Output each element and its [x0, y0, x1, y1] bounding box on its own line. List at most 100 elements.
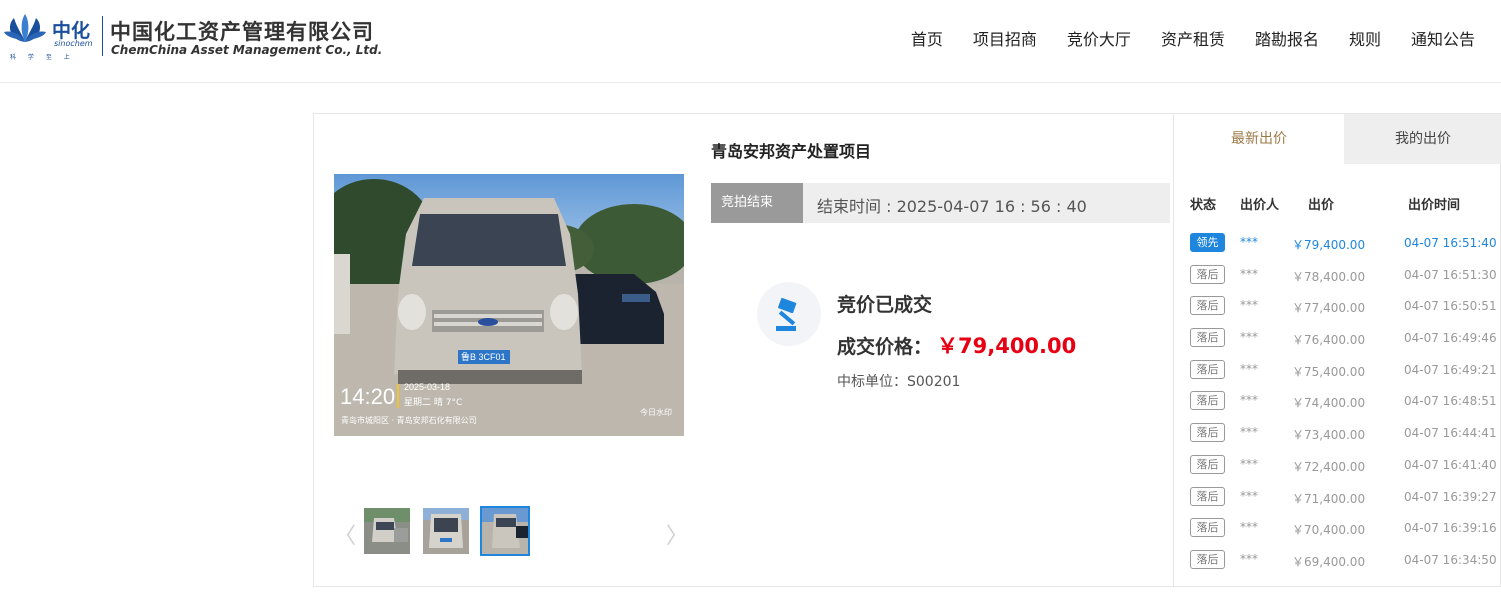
- thumbnail-2-image: [423, 508, 469, 554]
- project-title: 青岛安邦资产处置项目: [711, 142, 872, 161]
- bid-time: 04-07 16:50:51: [1404, 299, 1497, 314]
- bid-status-badge: 落后: [1190, 264, 1225, 284]
- bid-status-badge: 落后: [1190, 359, 1225, 379]
- site-logo[interactable]: 中化 sinochem 科 学 至 上 中国化工资产管理有限公司 ChemChi…: [4, 12, 384, 64]
- bid-amount: ￥69,400.00: [1292, 554, 1366, 569]
- bid-time: 04-07 16:51:40: [1404, 236, 1497, 250]
- bid-bidder: ***: [1240, 551, 1258, 566]
- bid-row: 落后 *** ￥69,400.00 04-07 16:34:50: [1174, 547, 1501, 579]
- bid-status-badge: 落后: [1190, 391, 1225, 411]
- bid-amount: ￥77,400.00: [1292, 301, 1366, 316]
- photo-plate: 鲁B 3CF01: [461, 351, 506, 362]
- bid-status-badge: 落后: [1190, 454, 1225, 474]
- bid-row: 落后 *** ￥75,400.00 04-07 16:49:21: [1174, 357, 1501, 389]
- thumbnail-1-image: [364, 508, 410, 554]
- bid-tabs: 最新出价 我的出价: [1174, 114, 1501, 164]
- bid-status-badge: 领先: [1190, 233, 1225, 252]
- bid-row: 落后 *** ￥74,400.00 04-07 16:48:51: [1174, 388, 1501, 420]
- nav-site-survey[interactable]: 踏勘报名: [1255, 26, 1319, 50]
- col-status-header: 状态: [1190, 198, 1217, 213]
- nav-rules[interactable]: 规则: [1349, 26, 1381, 50]
- site-header: 中化 sinochem 科 学 至 上 中国化工资产管理有限公司 ChemChi…: [0, 0, 1501, 83]
- bid-row: 领先 *** ￥79,400.00 04-07 16:51:40: [1174, 230, 1501, 262]
- bid-amount: ￥78,400.00: [1292, 269, 1366, 284]
- photo-date: 2025-03-18: [404, 382, 450, 392]
- bid-amount: ￥70,400.00: [1292, 523, 1366, 538]
- bid-time: 04-07 16:34:50: [1404, 552, 1497, 567]
- bid-status-badge: 落后: [1190, 518, 1225, 538]
- logo-slogan: 科 学 至 上: [10, 54, 75, 61]
- gavel-icon: [757, 282, 821, 346]
- bid-row: 落后 *** ￥76,400.00 04-07 16:49:46: [1174, 325, 1501, 357]
- photo-location: 青岛市城阳区 · 青岛安邦石化有限公司: [341, 415, 477, 425]
- bid-bidder: ***: [1240, 298, 1258, 313]
- bid-amount: ￥74,400.00: [1292, 396, 1366, 411]
- thumbnail-2[interactable]: [421, 506, 471, 556]
- bid-time: 04-07 16:49:46: [1404, 331, 1497, 346]
- bid-bidder: ***: [1240, 520, 1258, 535]
- sinochem-logo-icon: [4, 14, 46, 42]
- bid-status-badge: 落后: [1190, 296, 1225, 316]
- bid-time: 04-07 16:49:21: [1404, 362, 1497, 377]
- bid-amount: ￥72,400.00: [1292, 459, 1366, 474]
- bid-time: 04-07 16:51:30: [1404, 267, 1497, 282]
- company-name-cn: 中国化工资产管理有限公司: [110, 20, 374, 44]
- bid-amount: ￥71,400.00: [1292, 491, 1366, 506]
- bid-time: 04-07 16:41:40: [1404, 457, 1497, 472]
- col-bidder-header: 出价人: [1240, 198, 1280, 213]
- bid-history-panel: 最新出价 我的出价 状态 出价人 出价 出价时间 领先 *** ￥79,400.00…: [1173, 114, 1501, 586]
- bid-time: 04-07 16:48:51: [1404, 394, 1497, 409]
- bid-bidder: ***: [1240, 361, 1258, 376]
- bid-row: 落后 *** ￥78,400.00 04-07 16:51:30: [1174, 262, 1501, 294]
- bid-row: 落后 *** ￥77,400.00 04-07 16:50:51: [1174, 293, 1501, 325]
- thumbnail-1[interactable]: [362, 506, 412, 556]
- logo-divider: [102, 16, 103, 56]
- logo-short-en: sinochem: [54, 39, 93, 48]
- tab-latest-bids[interactable]: 最新出价: [1174, 114, 1344, 164]
- bid-row: 落后 *** ￥71,400.00 04-07 16:39:27: [1174, 484, 1501, 516]
- nav-announcements[interactable]: 通知公告: [1411, 26, 1475, 50]
- nav-home[interactable]: 首页: [911, 26, 943, 50]
- bid-status-badge: 落后: [1190, 423, 1225, 443]
- bid-bidder: ***: [1240, 235, 1258, 249]
- nav-bidding-hall[interactable]: 竞价大厅: [1067, 26, 1131, 50]
- bid-status-badge: 落后: [1190, 549, 1225, 569]
- bid-bidder: ***: [1240, 488, 1258, 503]
- van-photo: 14:20 2025-03-18 星期二 晴 7°C 青岛市城阳区 · 青岛安邦…: [334, 174, 684, 436]
- thumbnail-3-image: [482, 508, 528, 554]
- auction-detail-panel: 14:20 2025-03-18 星期二 晴 7°C 青岛市城阳区 · 青岛安邦…: [313, 113, 1501, 587]
- bid-amount: ￥73,400.00: [1292, 428, 1366, 443]
- deal-price-label: 成交价格：: [837, 336, 933, 358]
- end-time: 结束时间 : 2025-04-07 16 : 56 : 40: [817, 197, 1087, 216]
- thumb-next-icon[interactable]: 〉: [666, 518, 688, 550]
- bid-bidder: ***: [1240, 425, 1258, 440]
- nav-asset-leasing[interactable]: 资产租赁: [1161, 26, 1225, 50]
- deal-status-title: 竞价已成交: [837, 294, 933, 316]
- nav-project-investment[interactable]: 项目招商: [973, 26, 1037, 50]
- thumbnail-strip: 〈 〉: [334, 504, 688, 560]
- status-tag-arrow: [789, 183, 803, 223]
- main-nav: 首页 项目招商 竞价大厅 资产租赁 踏勘报名 规则 通知公告: [881, 26, 1475, 50]
- thumb-prev-icon[interactable]: 〈: [334, 518, 356, 550]
- bid-row: 落后 *** ￥70,400.00 04-07 16:39:16: [1174, 515, 1501, 547]
- bid-bidder: ***: [1240, 266, 1258, 281]
- col-time-header: 出价时间: [1408, 198, 1461, 213]
- bid-amount: ￥76,400.00: [1292, 333, 1366, 348]
- company-name-en: ChemChina Asset Management Co., Ltd.: [111, 43, 383, 57]
- deal-price: ￥79,400.00: [937, 334, 1077, 358]
- bid-bidder: ***: [1240, 330, 1258, 345]
- winning-bidder: 中标单位：S00201: [837, 374, 961, 390]
- bid-amount: ￥75,400.00: [1292, 364, 1366, 379]
- bid-bidder: ***: [1240, 456, 1258, 471]
- main-photo[interactable]: 14:20 2025-03-18 星期二 晴 7°C 青岛市城阳区 · 青岛安邦…: [334, 174, 684, 436]
- bid-list: 领先 *** ￥79,400.00 04-07 16:51:40 落后 *** ￥78,40…: [1174, 230, 1501, 579]
- bid-time: 04-07 16:44:41: [1404, 426, 1497, 441]
- tab-my-bids[interactable]: 我的出价: [1344, 114, 1501, 164]
- bid-amount: ￥79,400.00: [1292, 238, 1366, 252]
- col-amount-header: 出价: [1308, 198, 1335, 213]
- bid-time: 04-07 16:39:16: [1404, 521, 1497, 536]
- bid-bidder: ***: [1240, 393, 1258, 408]
- bid-time: 04-07 16:39:27: [1404, 489, 1497, 504]
- bid-status-badge: 落后: [1190, 486, 1225, 506]
- thumbnail-3[interactable]: [480, 506, 530, 556]
